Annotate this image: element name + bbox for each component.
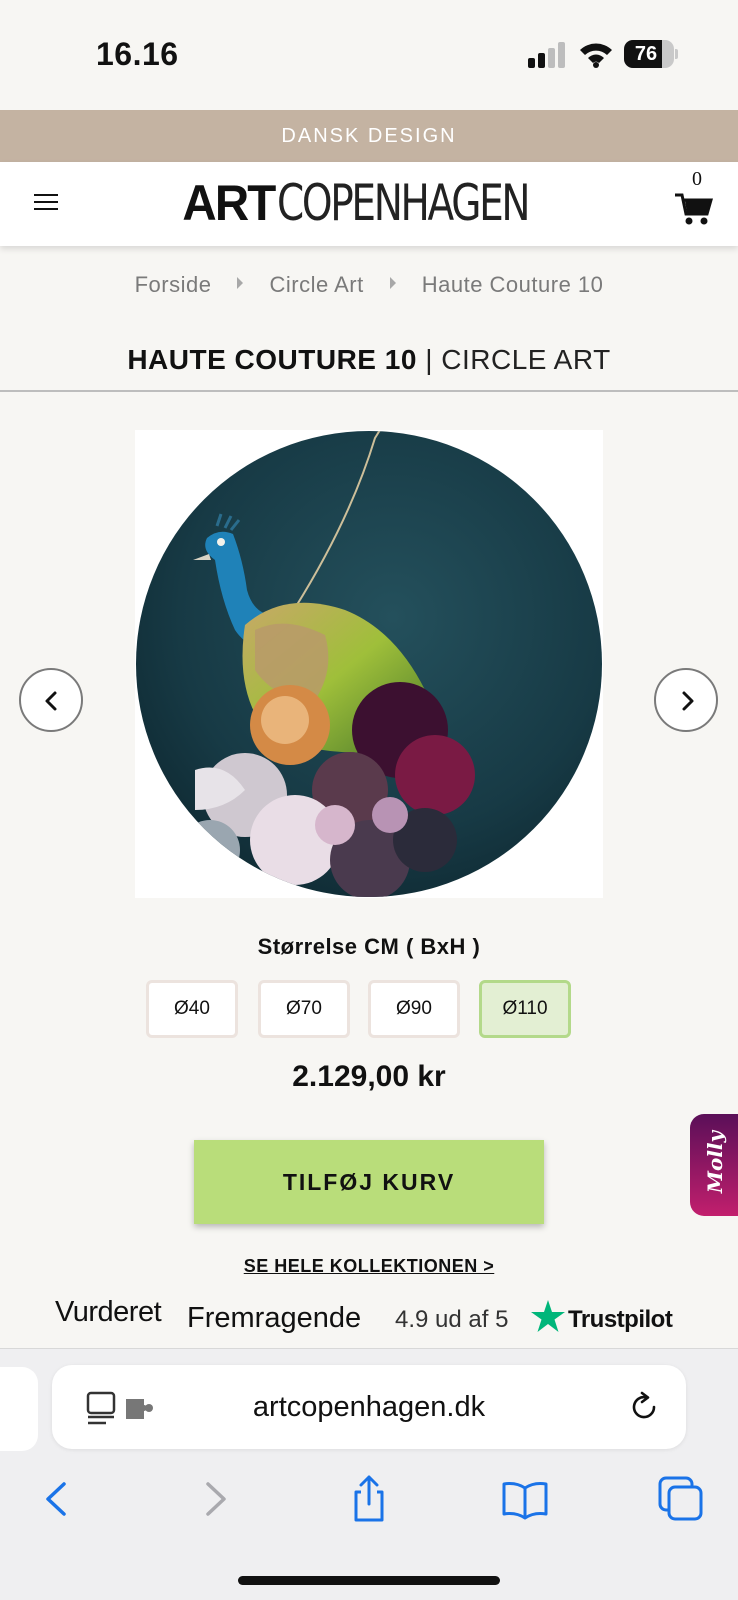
browser-tabs-button[interactable]	[656, 1474, 706, 1524]
size-option-110[interactable]: Ø110	[479, 980, 571, 1038]
product-title: HAUTE COUTURE 10 | CIRCLE ART	[0, 344, 738, 376]
trustpilot-brand: Trustpilot	[568, 1306, 673, 1333]
trustpilot-rating-word: Fremragende	[187, 1302, 362, 1334]
chevron-right-icon	[682, 691, 694, 711]
molly-label: Molly	[703, 1130, 727, 1194]
product-price: 2.129,00 kr	[292, 1060, 446, 1093]
product-name: HAUTE COUTURE 10	[127, 344, 417, 375]
tabs-icon	[658, 1476, 703, 1521]
product-collection: CIRCLE ART	[441, 344, 611, 375]
cart-icon	[675, 193, 713, 225]
browser-back-button[interactable]	[32, 1474, 82, 1524]
product-image[interactable]	[135, 430, 603, 898]
breadcrumb-home[interactable]: Forside	[135, 272, 212, 297]
cellular-signal-icon	[528, 42, 568, 68]
cart-button[interactable]: 0	[672, 168, 722, 234]
bookmarks-icon	[502, 1482, 548, 1520]
peacock-circle-artwork	[136, 431, 602, 897]
size-option-40[interactable]: Ø40	[146, 980, 238, 1038]
chevron-left-icon	[45, 691, 57, 711]
logo-light-text: COPENHAGEN	[276, 174, 531, 232]
gallery-next-button[interactable]	[654, 668, 718, 732]
status-bar: 16.16 76	[0, 0, 738, 110]
molly-chat-widget[interactable]: Molly	[690, 1114, 738, 1216]
breadcrumb-separator-icon	[389, 277, 396, 289]
address-bar[interactable]: artcopenhagen.dk	[52, 1365, 686, 1449]
reader-icon[interactable]	[86, 1391, 118, 1425]
size-option-90[interactable]: Ø90	[368, 980, 460, 1038]
forward-icon	[206, 1482, 226, 1516]
see-collection-link[interactable]: SE HELE KOLLEKTIONEN >	[0, 1256, 738, 1277]
logo-bold-text: ART	[182, 175, 276, 231]
breadcrumb-separator-icon	[237, 277, 244, 289]
size-option-70[interactable]: Ø70	[258, 980, 350, 1038]
title-separator: |	[425, 344, 433, 375]
gallery-prev-button[interactable]	[19, 668, 83, 732]
title-divider	[0, 390, 738, 392]
hamburger-menu-icon[interactable]	[32, 190, 60, 214]
browser-share-button[interactable]	[344, 1474, 394, 1524]
reload-icon[interactable]	[628, 1391, 660, 1423]
back-icon	[46, 1482, 66, 1516]
battery-percent: 76	[634, 43, 658, 65]
size-label: Størrelse CM ( BxH )	[257, 934, 481, 959]
trustpilot-star-icon	[531, 1300, 565, 1332]
breadcrumb-current: Haute Couture 10	[421, 272, 604, 297]
wifi-icon	[578, 40, 614, 68]
browser-forward-button[interactable]	[190, 1474, 240, 1524]
trustpilot-widget[interactable]: Vurderet Fremragende 4.9 ud af 5 Trustpi…	[55, 1296, 695, 1336]
breadcrumb: Forside Circle Art Haute Couture 10	[0, 272, 738, 298]
site-header: ARTCOPENHAGEN 0	[0, 162, 738, 246]
status-time: 16.16	[96, 36, 179, 72]
previous-tab-peek[interactable]	[0, 1367, 38, 1451]
add-to-cart-button[interactable]: TILFØJ KURV	[194, 1140, 544, 1224]
announcement-bar: DANSK DESIGN	[0, 110, 738, 162]
site-logo[interactable]: ARTCOPENHAGEN	[180, 172, 599, 234]
trustpilot-score: 4.9 ud af 5	[395, 1306, 509, 1333]
share-icon	[354, 1475, 384, 1522]
trustpilot-rated-text: Vurderet	[55, 1296, 162, 1328]
extension-icon[interactable]	[124, 1395, 156, 1421]
cart-count: 0	[692, 168, 702, 190]
battery-icon: 76	[624, 40, 678, 68]
home-indicator[interactable]	[238, 1576, 500, 1585]
browser-bookmarks-button[interactable]	[500, 1474, 550, 1524]
breadcrumb-collection[interactable]: Circle Art	[269, 272, 363, 297]
